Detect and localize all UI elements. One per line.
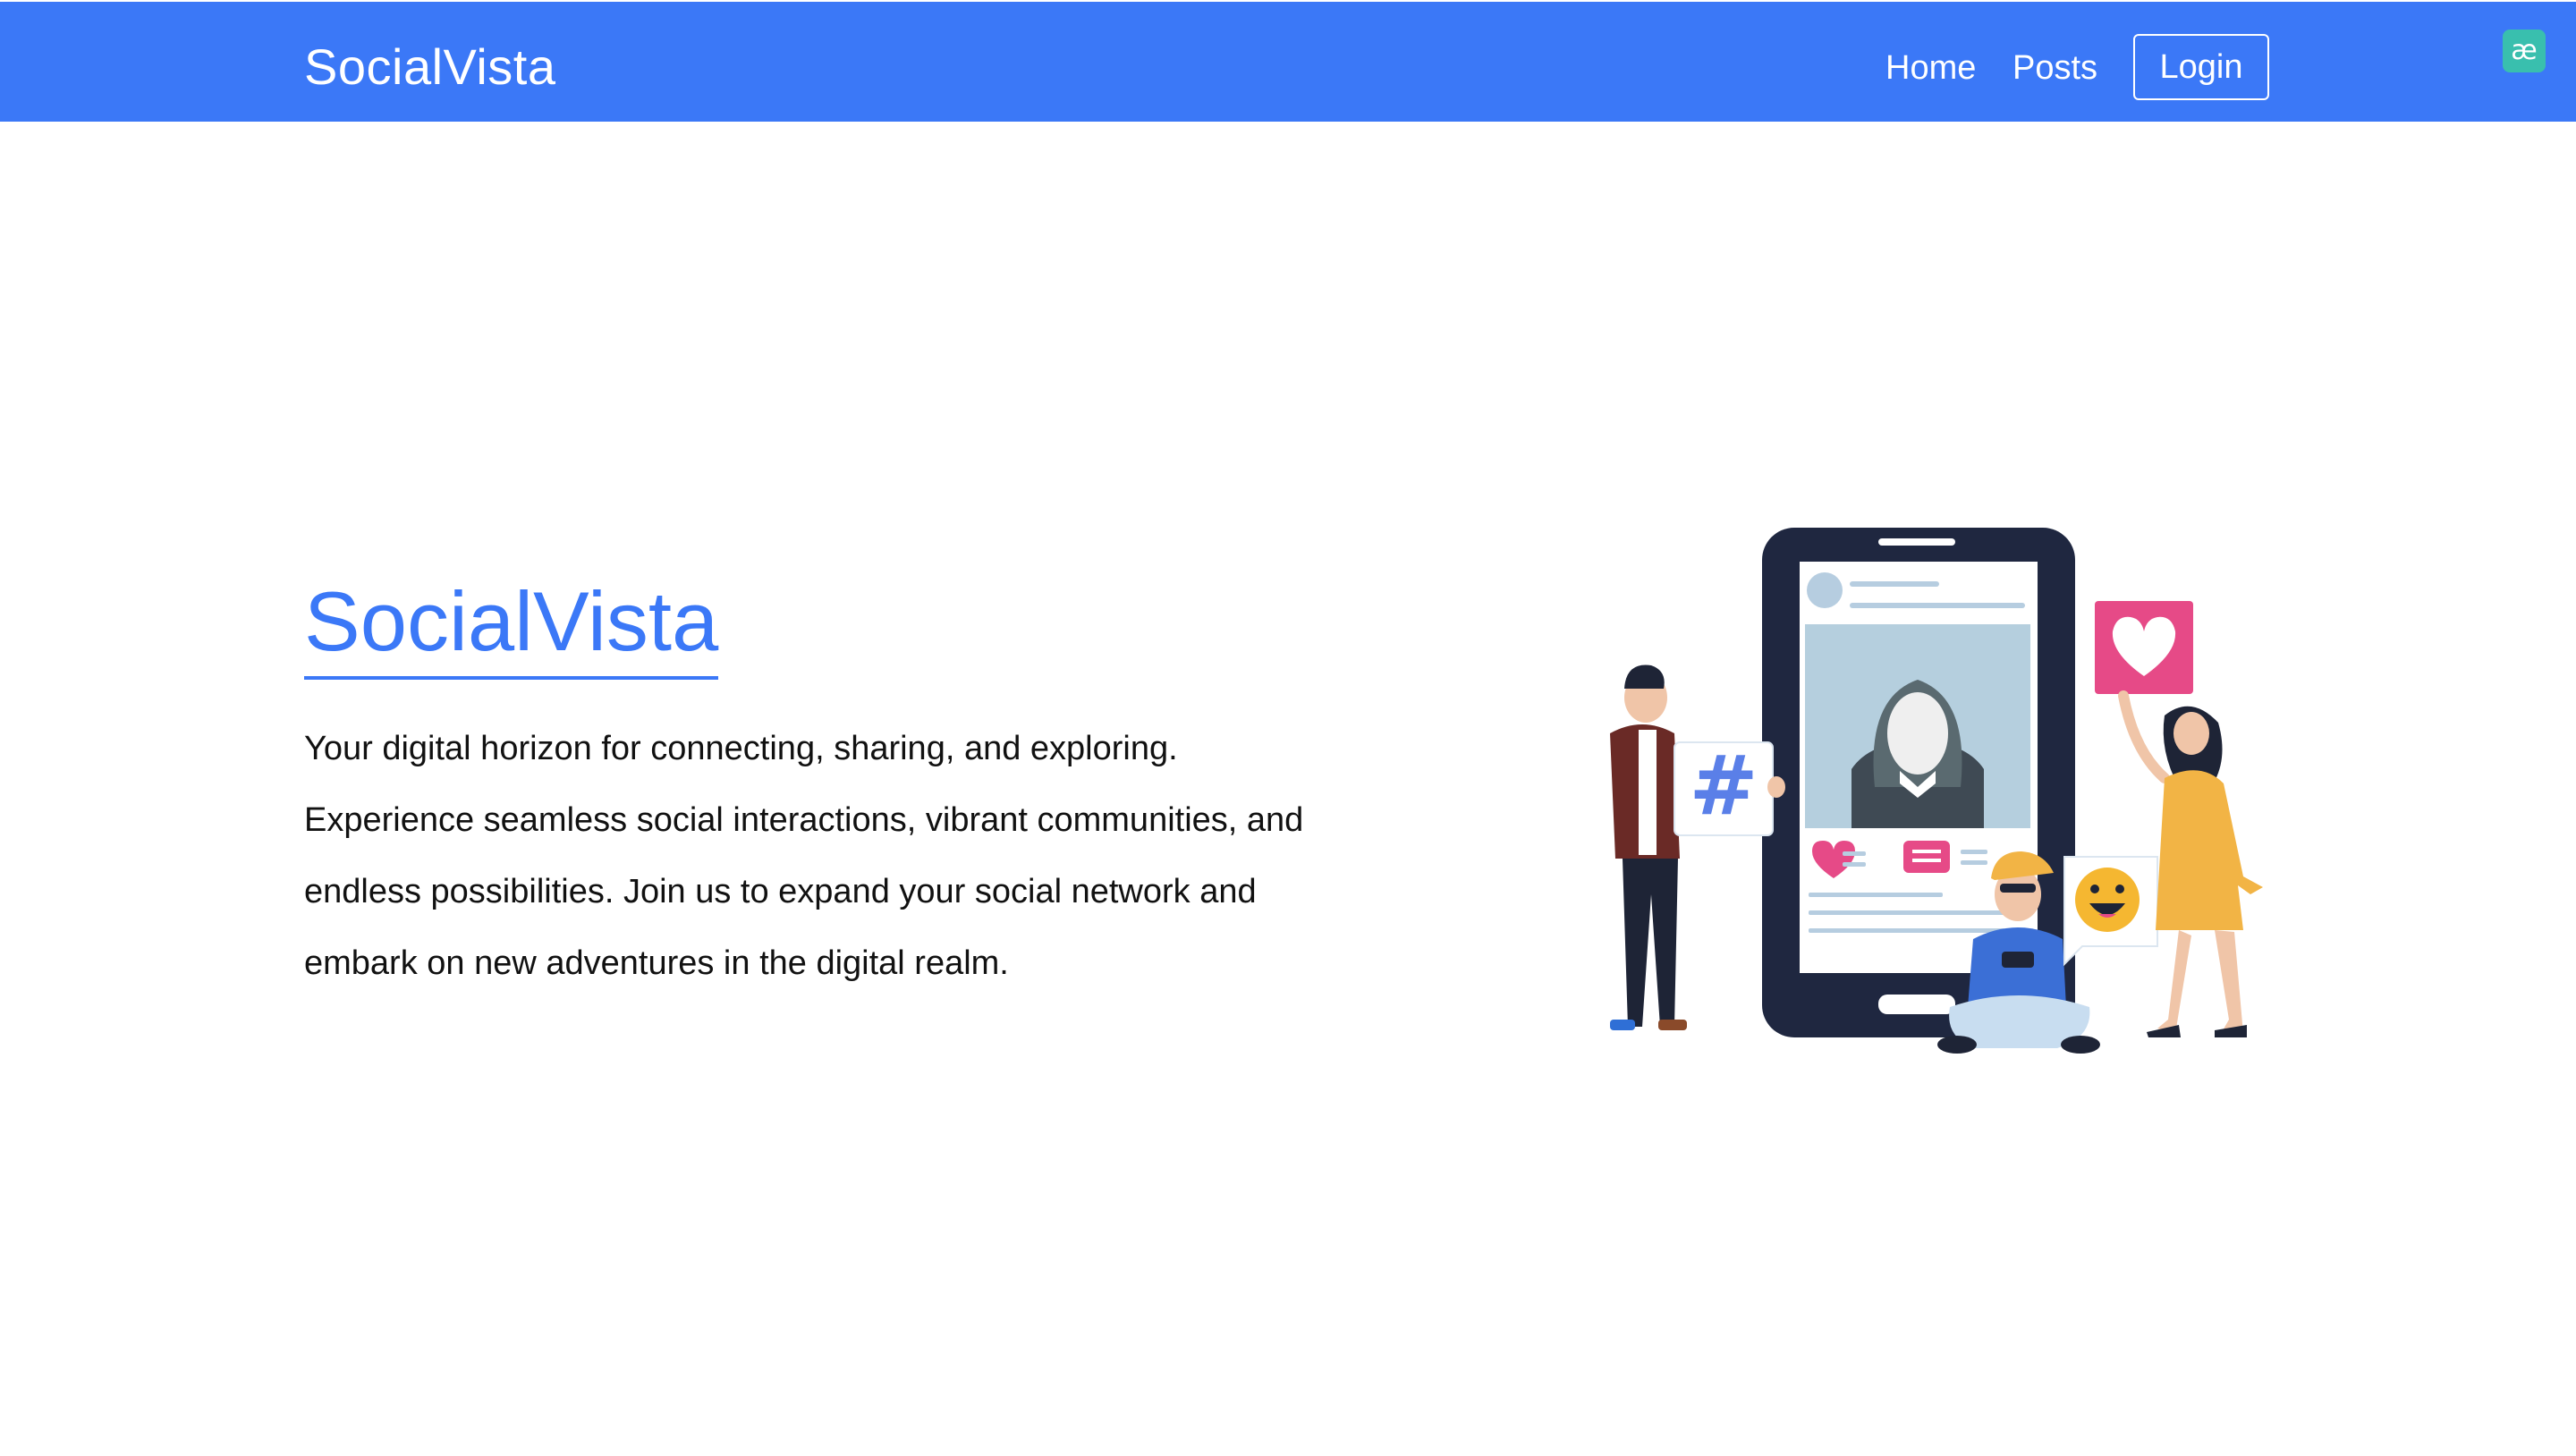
navbar-brand[interactable]: SocialVista: [304, 36, 556, 98]
hero-description: Your digital horizon for connecting, sha…: [304, 730, 1304, 982]
login-button[interactable]: Login: [2133, 34, 2269, 100]
smiley-icon: [2063, 856, 2158, 967]
man-with-hashtag-icon: #: [1610, 665, 1785, 1030]
social-media-illustration: #: [1610, 528, 2263, 1054]
ae-extension-icon[interactable]: æ: [2503, 30, 2546, 72]
nav-link-posts[interactable]: Posts: [2012, 47, 2097, 89]
nav-link-home[interactable]: Home: [1885, 47, 1976, 89]
chat-bubble-icon: [1903, 841, 1950, 873]
woman-with-heart-icon: [2095, 601, 2263, 1037]
hero-title-link[interactable]: SocialVista: [304, 572, 719, 680]
top-navbar: SocialVista Home Posts Login: [0, 2, 2576, 122]
svg-text:#: #: [1689, 738, 1758, 834]
